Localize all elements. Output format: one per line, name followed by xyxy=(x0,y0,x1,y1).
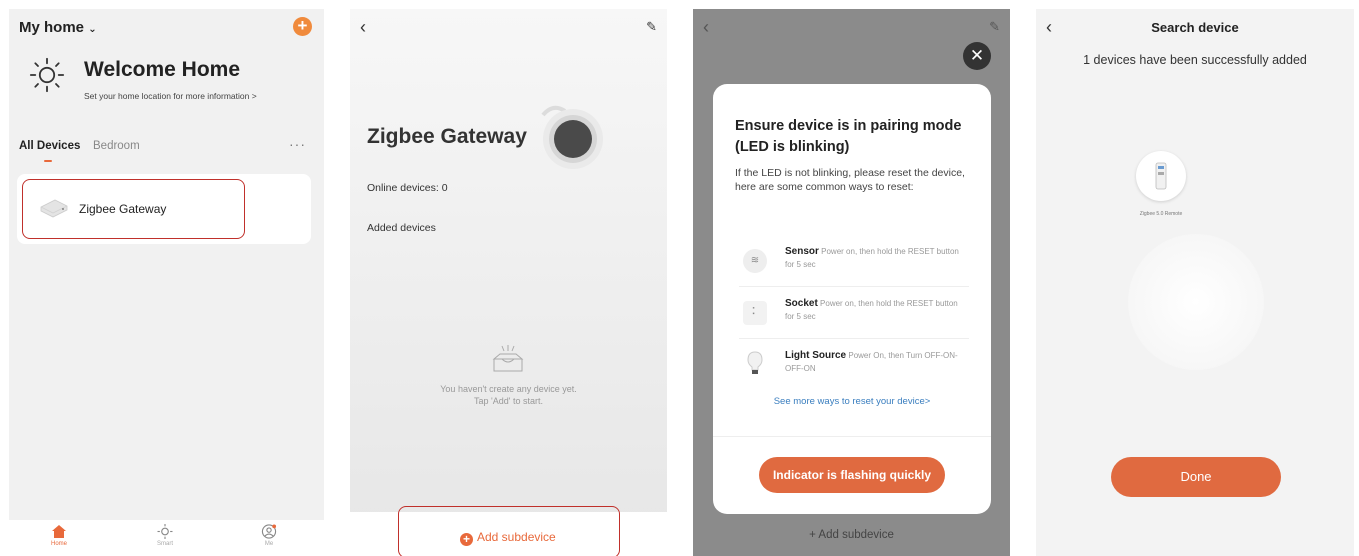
tab-smart[interactable]: Smart xyxy=(145,524,185,547)
sun-icon xyxy=(29,57,65,93)
device-label: Zigbee 5.0 Remote xyxy=(1139,211,1183,217)
chevron-down-icon: ⌄ xyxy=(88,24,97,35)
reset-method-sensor: ≋ Sensor Power on, then hold the RESET b… xyxy=(739,239,971,287)
close-button[interactable]: ✕ xyxy=(963,42,991,70)
added-devices-label: Added devices xyxy=(367,222,436,234)
add-device-button[interactable]: + xyxy=(293,17,312,36)
highlight-box xyxy=(22,179,245,239)
edit-icon[interactable]: ✎ xyxy=(989,19,1000,35)
empty-state-text: You haven't create any device yet. Tap '… xyxy=(440,384,577,406)
done-button[interactable]: Done xyxy=(1111,457,1281,497)
tab-bar: Home Smart Me xyxy=(9,520,324,556)
found-device[interactable] xyxy=(1136,151,1186,201)
home-screen: My home ⌄ + Welcome Home Set your home l… xyxy=(9,9,324,556)
online-devices: Online devices: 0 xyxy=(367,182,448,194)
back-icon[interactable]: ‹ xyxy=(703,17,709,38)
sensor-icon: ≋ xyxy=(743,249,767,273)
pairing-modal-screen: ‹ ✎ ✕ Ensure device is in pairing mode (… xyxy=(693,9,1010,556)
smart-sun-icon xyxy=(157,524,173,539)
more-reset-link[interactable]: See more ways to reset your device> xyxy=(713,396,991,407)
search-device-screen: ‹ Search device 1 devices have been succ… xyxy=(1036,9,1354,556)
empty-box-icon xyxy=(492,345,524,372)
pairing-dialog: Ensure device is in pairing mode (LED is… xyxy=(713,84,991,514)
divider xyxy=(739,286,969,287)
success-message: 1 devices have been successfully added xyxy=(1083,53,1307,67)
home-selector[interactable]: My home ⌄ xyxy=(19,19,97,36)
dialog-description: If the LED is not blinking, please reset… xyxy=(735,167,965,193)
remote-icon xyxy=(1155,162,1167,190)
gateway-title: Zigbee Gateway xyxy=(367,125,527,148)
dialog-title: Ensure device is in pairing mode (LED is… xyxy=(735,118,962,155)
reset-method-socket: ⠅ Socket Power on, then hold the RESET b… xyxy=(739,291,971,339)
edit-icon[interactable]: ✎ xyxy=(646,19,657,35)
gateway-screen: ‹ ✎ Zigbee Gateway Online devices: 0 Add… xyxy=(350,9,667,556)
add-subdevice-button[interactable]: + Add subdevice xyxy=(693,529,1010,541)
divider xyxy=(739,338,969,339)
bulb-icon xyxy=(747,351,763,374)
back-icon[interactable]: ‹ xyxy=(360,17,366,38)
tab-home[interactable]: Home xyxy=(39,524,79,547)
profile-icon xyxy=(261,524,277,539)
divider xyxy=(713,436,991,437)
location-prompt[interactable]: Set your home location for more informat… xyxy=(84,91,257,101)
tab-bedroom[interactable]: Bedroom xyxy=(93,140,140,152)
highlight-box xyxy=(398,506,620,556)
tab-all-devices[interactable]: All Devices xyxy=(19,140,80,152)
more-icon[interactable]: ··· xyxy=(289,136,306,152)
welcome-title: Welcome Home xyxy=(84,58,240,81)
reset-method-light: Light Source Power On, then Turn OFF-ON-… xyxy=(739,343,971,391)
cup-image xyxy=(541,105,603,169)
search-radar xyxy=(1128,234,1264,370)
socket-icon: ⠅ xyxy=(743,301,767,325)
home-icon xyxy=(52,525,66,538)
indicator-flashing-button[interactable]: Indicator is flashing quickly xyxy=(759,457,945,493)
tab-me[interactable]: Me xyxy=(249,524,289,547)
tab-indicator xyxy=(44,160,52,162)
page-title: Search device xyxy=(1151,20,1239,35)
